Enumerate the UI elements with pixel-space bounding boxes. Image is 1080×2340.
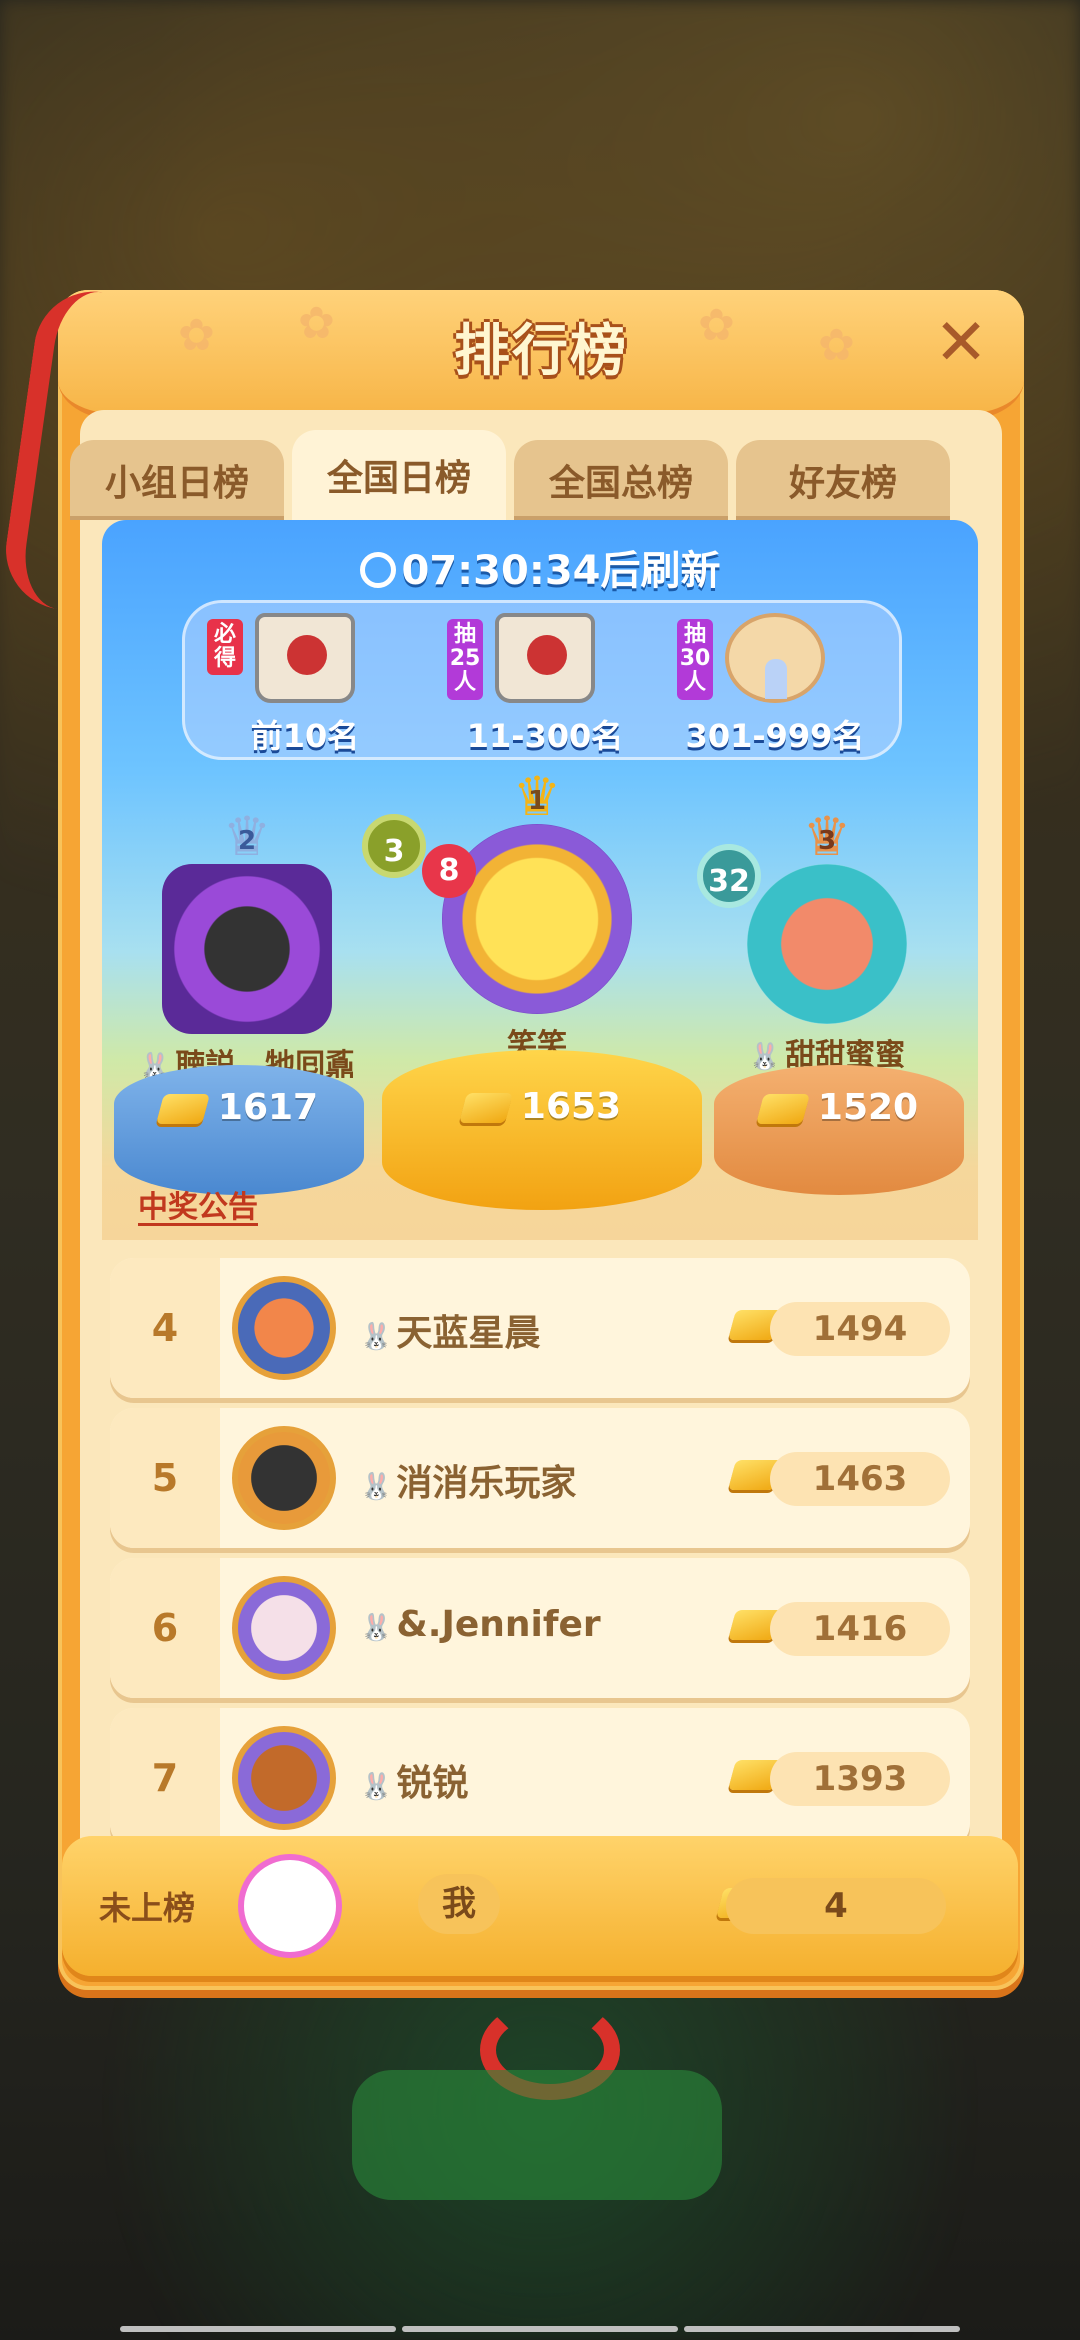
table-row[interactable]: 5 🐰 消消乐玩家 1463 <box>110 1408 970 1548</box>
my-rank-label: 未上榜 <box>98 1889 195 1927</box>
table-row[interactable]: 7 🐰 锐锐 1393 <box>110 1708 970 1848</box>
reward-label: 11-300名 <box>466 717 624 755</box>
ranking-list: 4 🐰 天蓝星晨 1494 5 🐰 消消乐玩家 1463 6 🐰 &.Jennifer… <box>110 1258 970 1858</box>
player-name-text: &.Jennifer <box>396 1604 601 1645</box>
clock-icon <box>359 552 396 588</box>
gold-bar-icon <box>755 1094 810 1124</box>
score: 1653 <box>382 1086 702 1127</box>
bunny-icon: 🐰 <box>360 1772 393 1802</box>
close-icon: ✕ <box>934 306 988 380</box>
heart-badge: 8 <box>422 844 476 898</box>
gift-bag-icon <box>495 613 595 703</box>
score: 1416 <box>770 1602 950 1656</box>
avatar <box>232 1276 336 1380</box>
panel-title: 排行榜 <box>454 319 628 384</box>
rewards-box[interactable]: 必得 前10名 抽25人 11-300名 抽30人 301-999名 <box>182 600 902 760</box>
bunny-icon: 🐰 <box>748 1042 782 1072</box>
avatar <box>232 1426 336 1530</box>
background-play-button <box>352 2070 722 2200</box>
neck-pillow-icon <box>725 613 825 703</box>
score-value: 1653 <box>520 1086 622 1127</box>
score: 1393 <box>770 1752 950 1806</box>
table-row[interactable]: 6 🐰 &.Jennifer 1416 <box>110 1558 970 1698</box>
leaderboard-tabs: 小组日榜 全国日榜 全国总榜 好友榜 <box>70 430 950 520</box>
rank: 7 <box>110 1708 220 1848</box>
player-name: 🐰 锐锐 <box>360 1754 468 1806</box>
reward-badge: 抽25人 <box>447 619 483 700</box>
score-value: 1520 <box>817 1087 919 1128</box>
tab-group-daily[interactable]: 小组日榜 <box>70 440 284 520</box>
podium-first[interactable]: ♛ 1 3 8 笑笑 <box>362 770 672 1064</box>
score: 1617 <box>114 1087 364 1128</box>
my-avatar <box>238 1854 342 1958</box>
bunny-icon: 🐰 <box>360 1322 393 1352</box>
player-name-text: 锐锐 <box>396 1763 469 1804</box>
refresh-timer: 07:30:34后刷新 <box>102 538 978 596</box>
avatar <box>162 864 332 1034</box>
gift-bag-icon <box>255 613 355 703</box>
rank: 5 <box>110 1408 220 1548</box>
home-indicator <box>120 2326 960 2332</box>
avatar <box>232 1576 336 1680</box>
rank-number: 2 <box>237 826 257 856</box>
close-button[interactable]: ✕ <box>926 308 996 378</box>
rank: 4 <box>110 1258 220 1398</box>
bunny-icon: 🐰 <box>360 1613 393 1643</box>
score: 1494 <box>770 1302 950 1356</box>
podium-third[interactable]: ♛ 3 32 🐰 甜甜蜜蜜 <box>697 810 952 1074</box>
reward-label: 前10名 <box>250 717 360 755</box>
rank: 6 <box>110 1558 220 1698</box>
avatar: 3 8 <box>362 814 632 1014</box>
podium-area: 07:30:34后刷新 必得 前10名 抽25人 11-300名 抽30人 30… <box>102 520 978 1240</box>
announcement-link[interactable]: 中奖公告 <box>138 1182 258 1226</box>
player-name: 🐰 消消乐玩家 <box>360 1454 576 1506</box>
pedestal-third: 1520 <box>714 1065 964 1195</box>
gold-bar-icon <box>458 1093 513 1123</box>
tab-national-daily[interactable]: 全国日榜 <box>292 430 506 520</box>
player-name: 🐰 &.Jennifer <box>360 1604 601 1645</box>
player-name-text: 消消乐玩家 <box>396 1463 577 1504</box>
player-name-text: 天蓝星晨 <box>396 1313 541 1354</box>
reward-badge: 抽30人 <box>677 619 713 700</box>
avatar: 32 <box>697 844 907 1024</box>
my-name: 我 <box>418 1874 500 1934</box>
table-row[interactable]: 4 🐰 天蓝星晨 1494 <box>110 1258 970 1398</box>
reward-11-300[interactable]: 抽25人 11-300名 <box>435 613 655 755</box>
tab-national-total[interactable]: 全国总榜 <box>514 440 728 520</box>
pedestal-first: 1653 <box>382 1050 702 1210</box>
reward-top10[interactable]: 必得 前10名 <box>195 613 415 755</box>
reward-badge: 必得 <box>207 619 243 676</box>
panel-header: ✿ ✿ ✿ ✿ 排行榜 ✕ <box>58 290 1024 420</box>
bunny-icon: 🐰 <box>360 1472 393 1502</box>
tab-friends[interactable]: 好友榜 <box>736 440 950 520</box>
timer-suffix: 后刷新 <box>600 548 721 594</box>
score-value: 1617 <box>217 1087 319 1128</box>
rank-number: 1 <box>527 786 547 816</box>
level-badge: 32 <box>697 844 761 908</box>
reward-301-999[interactable]: 抽30人 301-999名 <box>665 613 885 755</box>
my-rank-row[interactable]: 未上榜 我 4 <box>62 1836 1018 1976</box>
my-score: 4 <box>726 1878 946 1934</box>
score: 1520 <box>714 1087 964 1128</box>
reward-label: 301-999名 <box>685 717 865 755</box>
score: 1463 <box>770 1452 950 1506</box>
podium-second[interactable]: ♛ 2 🐰聴説、牠囘鼒 <box>122 810 372 1084</box>
avatar <box>232 1726 336 1830</box>
rank-number: 3 <box>817 826 837 856</box>
timer-value: 07:30:34 <box>401 548 601 594</box>
pedestal-second: 1617 <box>114 1065 364 1195</box>
gold-bar-icon <box>155 1094 210 1124</box>
player-name: 🐰 天蓝星晨 <box>360 1304 540 1356</box>
